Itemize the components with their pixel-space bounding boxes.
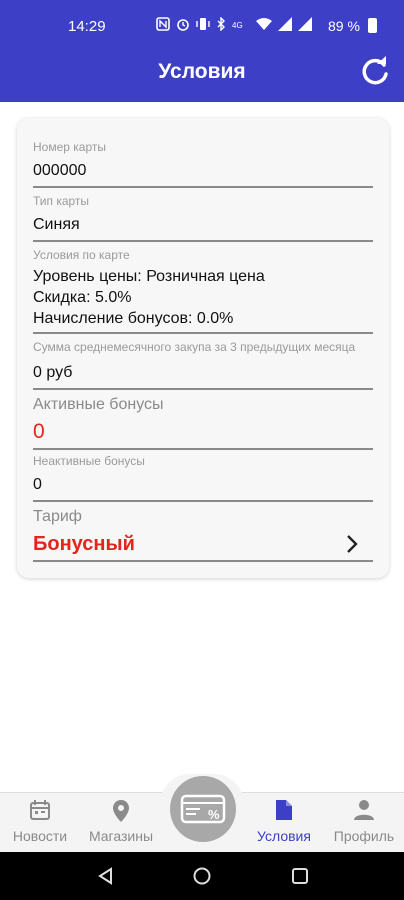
battery-percent: 89 %	[328, 18, 360, 34]
nav-stores[interactable]: Магазины	[81, 793, 161, 853]
inactive-bonuses-value: 0	[33, 476, 42, 493]
bonus-accrual-line: Начисление бонусов: 0.0%	[33, 310, 234, 327]
bluetooth-icon	[217, 17, 225, 31]
document-icon	[276, 800, 292, 820]
back-icon[interactable]	[96, 866, 116, 886]
calendar-icon	[30, 800, 50, 820]
card-number-field: Номер карты 000000	[33, 136, 373, 188]
svg-text:%: %	[208, 807, 220, 822]
status-time: 14:29	[68, 18, 106, 35]
status-icons: 4G	[156, 17, 312, 31]
volte-icon: 4G	[232, 21, 243, 30]
conditions-card: Номер карты 000000 Тип карты Синяя Услов…	[17, 118, 389, 578]
battery-icon	[368, 18, 377, 33]
svg-text:4G: 4G	[232, 21, 243, 30]
card-type-field: Тип карты Синяя	[33, 188, 373, 242]
nav-news-label: Новости	[12, 828, 68, 844]
nfc-icon	[156, 17, 170, 31]
refresh-icon[interactable]	[358, 54, 392, 88]
inactive-bonuses-label: Неактивные бонусы	[33, 454, 145, 468]
monthly-sum-label: Сумма среднемесячного закупа за 3 предыд…	[33, 340, 356, 354]
wifi-icon	[256, 18, 272, 30]
monthly-sum-value: 0 руб	[33, 364, 73, 381]
price-level-line: Уровень цены: Розничная цена	[33, 268, 265, 285]
card-number-value: 000000	[33, 162, 87, 179]
card-type-value: Синяя	[33, 216, 80, 233]
signal-icon	[278, 17, 292, 31]
location-pin-icon	[113, 800, 129, 822]
tariff-label: Тариф	[33, 508, 82, 525]
nav-conditions-label: Условия	[257, 828, 311, 844]
discount-line: Скидка: 5.0%	[33, 289, 132, 306]
nav-profile-label: Профиль	[333, 828, 395, 844]
inactive-bonuses-field: Неактивные бонусы 0	[33, 450, 373, 502]
active-bonuses-field: Активные бонусы 0	[33, 390, 373, 450]
tariff-row[interactable]: Тариф Бонусный	[33, 502, 373, 562]
card-number-label: Номер карты	[33, 140, 106, 154]
discount-card-icon: %	[180, 794, 226, 824]
person-icon	[354, 800, 374, 820]
home-icon[interactable]	[192, 866, 212, 886]
recents-icon[interactable]	[290, 866, 310, 886]
tariff-value: Бонусный	[33, 533, 135, 555]
vibrate-icon	[196, 18, 210, 30]
active-bonuses-value: 0	[33, 420, 45, 443]
discount-card-button[interactable]: %	[170, 776, 236, 842]
nav-profile[interactable]: Профиль	[324, 793, 404, 853]
alarm-icon	[177, 19, 189, 31]
monthly-sum-field: Сумма среднемесячного закупа за 3 предыд…	[33, 334, 373, 390]
card-conditions-field: Условия по карте Уровень цены: Розничная…	[33, 242, 373, 334]
card-conditions-label: Условия по карте	[33, 248, 130, 262]
status-bar: 14:29 4G 89 %	[0, 0, 404, 52]
active-bonuses-label: Активные бонусы	[33, 396, 164, 413]
nav-news[interactable]: Новости	[0, 793, 80, 853]
page-title: Условия	[158, 60, 246, 83]
signal-icon-2	[298, 17, 312, 31]
nav-conditions[interactable]: Условия	[244, 793, 324, 853]
card-type-label: Тип карты	[33, 194, 90, 208]
chevron-right-icon	[347, 535, 358, 553]
nav-stores-label: Магазины	[88, 828, 154, 844]
app-bar: Условия	[0, 52, 404, 102]
system-nav-bar	[0, 852, 404, 900]
